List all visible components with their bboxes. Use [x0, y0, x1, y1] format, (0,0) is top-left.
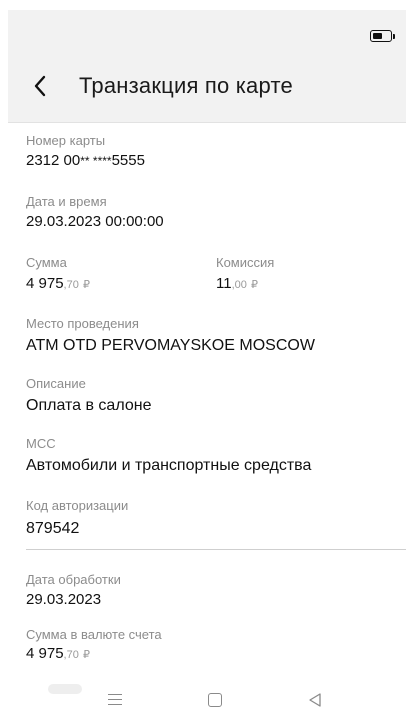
place-label: Место проведения — [26, 316, 139, 331]
account-amount-main: 4 975 — [26, 645, 64, 662]
description-label: Описание — [26, 376, 86, 391]
amount-value: 4 975,70 ₽ — [26, 275, 90, 292]
card-number-value: 2312 00** ****5555 — [26, 152, 145, 169]
card-number-prefix: 2312 00 — [26, 152, 81, 169]
description-value: Оплата в салоне — [26, 397, 152, 414]
card-number-label: Номер карты — [26, 133, 106, 148]
processing-date-label: Дата обработки — [26, 572, 121, 587]
commission-fraction: ,00 — [231, 279, 247, 291]
commission-value: 11,00 ₽ — [216, 275, 258, 292]
place-value: ATM OTD PERVOMAYSKOE MOSCOW — [26, 337, 315, 354]
scroll-shadow — [48, 684, 82, 694]
section-divider — [26, 549, 406, 550]
card-number-mask: ** **** — [80, 154, 112, 168]
transaction-details: Номер карты 2312 00** ****5555 Дата и вр… — [0, 0, 414, 712]
mcc-value: Автомобили и транспортные средства — [26, 457, 312, 474]
datetime-value: 29.03.2023 00:00:00 — [26, 213, 164, 230]
home-square-icon[interactable] — [208, 693, 222, 707]
account-amount-fraction: ,70 — [63, 649, 79, 661]
account-amount-label: Сумма в валюте счета — [26, 627, 162, 642]
auth-code-value: 879542 — [26, 520, 80, 537]
triangle-back-icon[interactable] — [309, 693, 321, 707]
account-amount-value: 4 975,70 ₽ — [26, 645, 90, 662]
datetime-label: Дата и время — [26, 194, 107, 209]
processing-date-value: 29.03.2023 — [26, 591, 102, 608]
amount-currency: ₽ — [83, 279, 91, 291]
menu-icon[interactable] — [108, 694, 122, 706]
commission-currency: ₽ — [251, 279, 259, 291]
card-number-suffix: 5555 — [111, 152, 145, 169]
amount-main: 4 975 — [26, 275, 64, 292]
account-amount-currency: ₽ — [83, 649, 91, 661]
commission-main: 11 — [216, 275, 232, 292]
amount-label: Сумма — [26, 255, 67, 270]
auth-code-label: Код авторизации — [26, 498, 129, 513]
commission-label: Комиссия — [216, 255, 275, 270]
mcc-label: MCC — [26, 436, 56, 451]
amount-fraction: ,70 — [63, 279, 79, 291]
